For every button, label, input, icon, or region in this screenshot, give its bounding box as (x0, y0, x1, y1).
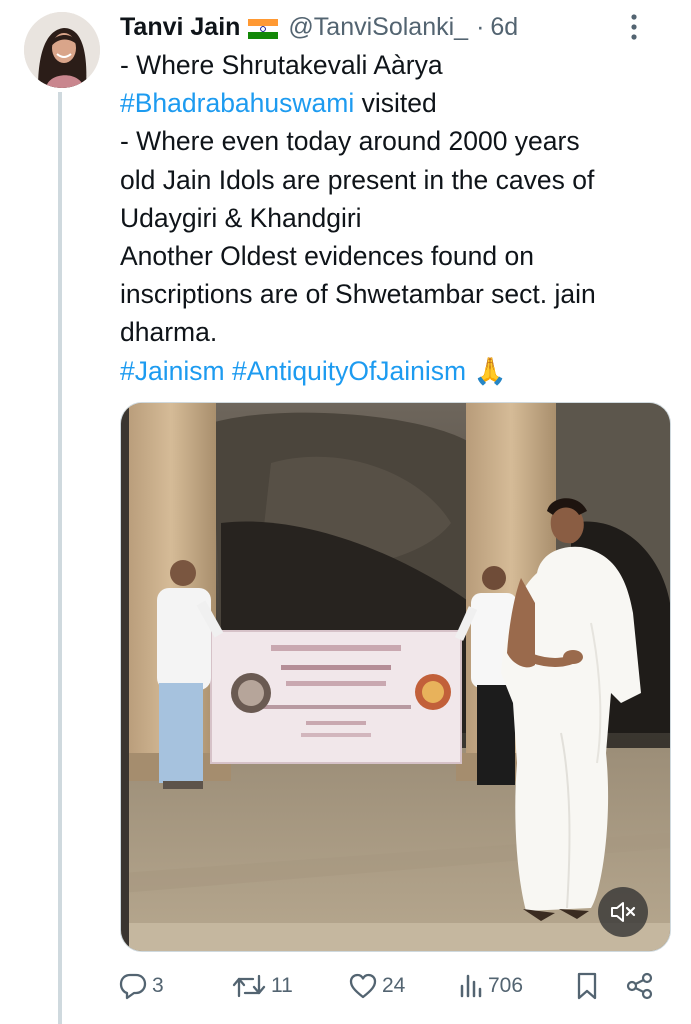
folded-hands-emoji: 🙏 (473, 355, 507, 386)
speaker-muted-icon (611, 902, 636, 922)
separator-dot: · (476, 12, 485, 41)
heart-icon (349, 973, 377, 999)
more-options-button[interactable] (619, 10, 649, 44)
tweet-actions: 3 11 24 706 (118, 966, 663, 1006)
india-flag-icon (248, 17, 279, 39)
tweet-line: inscriptions are of Shwetambar sect. jai… (120, 279, 596, 310)
share-icon (626, 972, 653, 1000)
reply-count: 3 (152, 974, 164, 997)
tweet-line: #Jainism #AntiquityOfJainism 🙏 (120, 352, 675, 390)
analytics-bars-icon (460, 974, 482, 998)
tweet-text: - Where Shrutakevali Aàrya #Bhadrabahusw… (120, 46, 675, 390)
bookmark-button[interactable] (574, 966, 600, 1006)
hashtag-link[interactable]: #Bhadrabahuswami (120, 88, 354, 118)
tweet-text-fragment: visited (354, 88, 437, 119)
reply-button[interactable]: 3 (118, 966, 164, 1006)
hashtag-link[interactable]: #Jainism (120, 356, 225, 386)
share-button[interactable] (625, 966, 655, 1006)
tweet-line: Another Oldest evidences found on (120, 241, 534, 272)
author-handle[interactable]: @TanviSolanki_ (288, 13, 468, 42)
author-name[interactable]: Tanvi Jain (120, 13, 240, 42)
tweet-line: old Jain Idols are present in the caves … (120, 164, 595, 195)
tweet-page: Tanvi Jain @TanviSolanki_ · 6d - Where S… (0, 0, 691, 1024)
tweet-header: Tanvi Jain @TanviSolanki_ · 6d (120, 10, 671, 44)
more-dots-icon (631, 14, 637, 40)
tweet-line: - Where Shrutakevali Aàrya (120, 50, 443, 80)
video-frame (121, 403, 670, 951)
retweet-icon (232, 974, 266, 998)
hashtag-link[interactable]: #AntiquityOfJainism (232, 356, 466, 386)
thread-line (58, 92, 62, 1024)
bookmark-icon (577, 972, 597, 1000)
tweet-line: #Bhadrabahuswami visited (120, 84, 675, 122)
tweet-line: dharma. (120, 317, 218, 348)
retweet-count: 11 (271, 974, 293, 997)
like-count: 24 (382, 974, 406, 997)
retweet-button[interactable]: 11 (231, 966, 293, 1006)
tweet-line: - Where even today around 2000 years (120, 126, 580, 157)
views-button[interactable]: 706 (458, 966, 523, 1006)
like-button[interactable]: 24 (348, 966, 405, 1006)
mute-button[interactable] (598, 887, 648, 937)
avatar[interactable] (24, 12, 100, 88)
views-count: 706 (488, 974, 524, 997)
video-player[interactable] (120, 402, 671, 952)
tweet-line: Udaygiri & Khandgiri (120, 202, 362, 233)
tweet-time[interactable]: 6d (490, 13, 518, 42)
reply-icon (119, 973, 147, 1000)
